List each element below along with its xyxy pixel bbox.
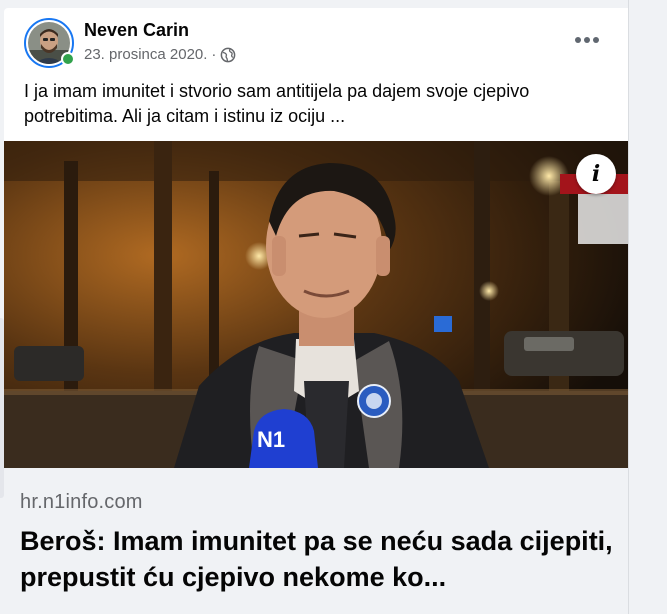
- post-text: I ja imam imunitet i stvorio sam antitij…: [24, 81, 530, 126]
- post-meta: 23. prosinca 2020. ·: [84, 46, 236, 63]
- link-preview-image[interactable]: N1 i: [4, 141, 628, 468]
- link-domain: hr.n1info.com: [20, 491, 143, 513]
- dot: [575, 37, 581, 43]
- info-icon[interactable]: i: [576, 154, 616, 194]
- news-photo: N1: [4, 141, 628, 468]
- microphone-logo: N1: [257, 427, 285, 452]
- page-background-right: [628, 0, 667, 614]
- link-preview-info[interactable]: hr.n1info.com Beroš: Imam imunitet pa se…: [4, 468, 628, 614]
- post-date[interactable]: 23. prosinca 2020.: [84, 46, 207, 63]
- more-options-icon[interactable]: [572, 28, 602, 52]
- author-name[interactable]: Neven Carin: [84, 20, 189, 41]
- dot: [584, 37, 590, 43]
- link-title[interactable]: Beroš: Imam imunitet pa se neću sada cij…: [20, 523, 620, 595]
- globe-icon[interactable]: [220, 47, 236, 63]
- meta-separator: ·: [211, 46, 217, 63]
- online-status-indicator: [61, 52, 75, 66]
- post-header: Neven Carin 23. prosinca 2020. ·: [4, 8, 628, 78]
- post-card: Neven Carin 23. prosinca 2020. · I ja im…: [4, 8, 628, 614]
- dot: [593, 37, 599, 43]
- avatar-container[interactable]: [24, 18, 75, 68]
